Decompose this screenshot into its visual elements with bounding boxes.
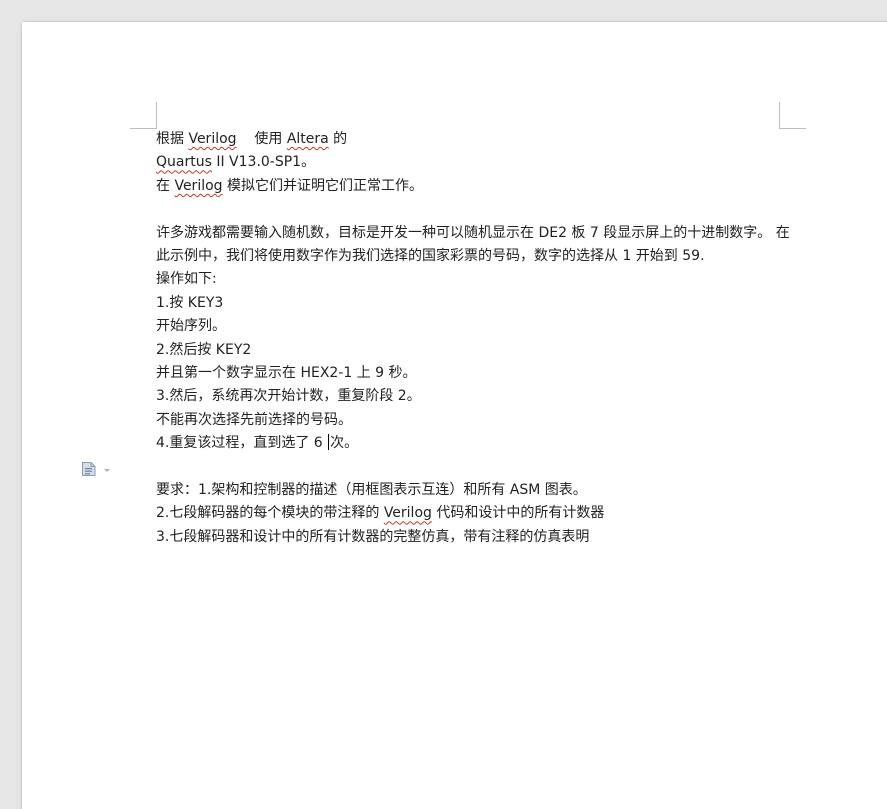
text-line-1[interactable]: 根据 Verilog 使用 Altera 的 xyxy=(156,128,796,151)
text-paragraph-intro[interactable]: 许多游戏都需要输入随机数，目标是开发一种可以随机显示在 DE2 板 7 段显示屏… xyxy=(156,222,796,269)
spellcheck-word[interactable]: Quartus xyxy=(156,154,212,170)
text-line-step1-detail[interactable]: 开始序列。 xyxy=(156,315,796,338)
text-line-3[interactable]: 在 Verilog 模拟它们并证明它们正常工作。 xyxy=(156,175,796,198)
text-line-2[interactable]: Quartus II V13.0-SP1。 xyxy=(156,151,796,174)
text-line-step3-detail[interactable]: 不能再次选择先前选择的号码。 xyxy=(156,409,796,432)
spellcheck-word[interactable]: Verilog xyxy=(384,505,432,521)
text-line-requirement-2[interactable]: 2.七段解码器的每个模块的带注释的 Verilog 代码和设计中的所有计数器 xyxy=(156,502,796,525)
text-line-requirement-3[interactable]: 3.七段解码器和设计中的所有计数器的完整仿真，带有注释的仿真表明 xyxy=(156,526,796,549)
document-body[interactable]: 根据 Verilog 使用 Altera 的 Quartus II V13.0-… xyxy=(156,128,796,549)
empty-line[interactable] xyxy=(156,456,796,479)
empty-line[interactable] xyxy=(156,198,796,221)
margin-marker-top-right xyxy=(779,102,806,129)
text-line-operation[interactable]: 操作如下: xyxy=(156,268,796,291)
chevron-down-icon xyxy=(104,469,110,472)
spellcheck-word[interactable]: Verilog xyxy=(188,131,236,147)
text-line-step2-detail[interactable]: 并且第一个数字显示在 HEX2-1 上 9 秒。 xyxy=(156,362,796,385)
document-page[interactable]: 根据 Verilog 使用 Altera 的 Quartus II V13.0-… xyxy=(22,22,887,809)
text-line-step2[interactable]: 2.然后按 KEY2 xyxy=(156,339,796,362)
text-line-step3[interactable]: 3.然后，系统再次开始计数，重复阶段 2。 xyxy=(156,385,796,408)
text-line-step1[interactable]: 1.按 KEY3 xyxy=(156,292,796,315)
text-line-step4[interactable]: 4.重复该过程，直到选了 6 次。 xyxy=(156,432,796,455)
spellcheck-word[interactable]: Verilog xyxy=(174,178,222,194)
paragraph-handle[interactable] xyxy=(82,461,112,476)
spellcheck-word[interactable]: Altera xyxy=(287,131,329,147)
document-lines-icon xyxy=(82,462,110,476)
margin-marker-top-left xyxy=(130,102,157,129)
workspace: 根据 Verilog 使用 Altera 的 Quartus II V13.0-… xyxy=(0,0,887,809)
text-line-requirement-1[interactable]: 要求：1.架构和控制器的描述（用框图表示互连）和所有 ASM 图表。 xyxy=(156,479,796,502)
